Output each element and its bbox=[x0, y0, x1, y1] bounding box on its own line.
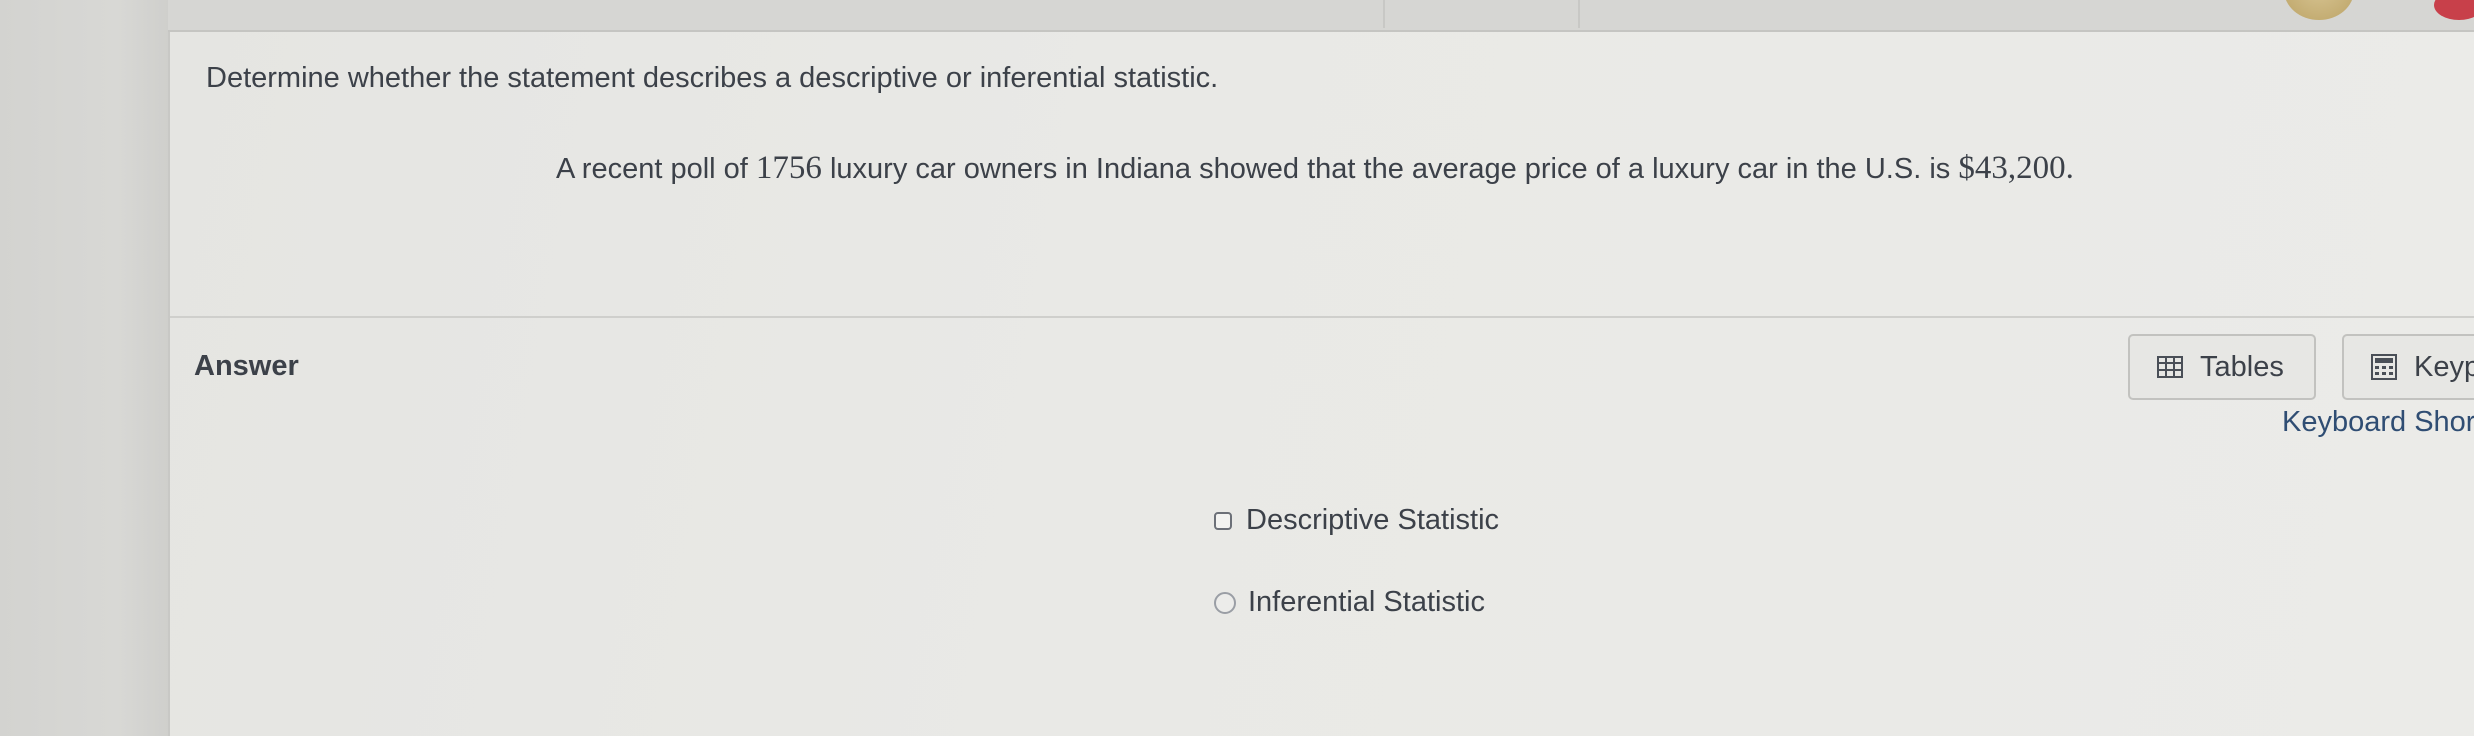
option-checkbox[interactable] bbox=[1214, 511, 1232, 530]
statement-price: $43,200 bbox=[1958, 150, 2066, 186]
left-gutter bbox=[0, 0, 168, 736]
question-instruction: Determine whether the statement describe… bbox=[206, 62, 1219, 94]
option-descriptive-statistic[interactable]: Descriptive Statistic bbox=[1214, 504, 1499, 537]
tables-button-label: Tables bbox=[2200, 350, 2284, 383]
option-label: Descriptive Statistic bbox=[1246, 504, 1500, 536]
statement-text: luxury car owners in Indiana showed that… bbox=[821, 153, 1959, 185]
option-label: Inferential Statistic bbox=[1248, 586, 1485, 618]
tables-button[interactable]: Tables bbox=[2128, 334, 2316, 400]
option-radio[interactable] bbox=[1214, 591, 1236, 614]
top-divider bbox=[1383, 0, 1385, 28]
top-divider bbox=[1578, 0, 1580, 28]
question-area: Determine whether the statement describe… bbox=[170, 32, 2474, 318]
option-inferential-statistic[interactable]: Inferential Statistic bbox=[1214, 586, 1485, 619]
keypad-button[interactable]: Keypad bbox=[2342, 334, 2474, 400]
alert-badge bbox=[2434, 0, 2474, 20]
keyboard-shortcuts-link[interactable]: Keyboard Shortcuts bbox=[2282, 406, 2474, 439]
table-grid-icon bbox=[2156, 353, 2184, 381]
statement-period: . bbox=[2065, 150, 2074, 186]
statement-count: 1756 bbox=[755, 150, 822, 186]
top-toolbar-strip bbox=[168, 0, 2474, 32]
status-badge bbox=[2284, 0, 2354, 20]
keypad-icon bbox=[2370, 353, 2398, 381]
answer-heading: Answer bbox=[194, 350, 299, 382]
question-statement: A recent poll of 1756 luxury car owners … bbox=[556, 150, 2074, 187]
statement-text: A recent poll of bbox=[556, 153, 756, 185]
keypad-button-label: Keypad bbox=[2414, 350, 2474, 383]
question-panel: Determine whether the statement describe… bbox=[168, 32, 2474, 736]
